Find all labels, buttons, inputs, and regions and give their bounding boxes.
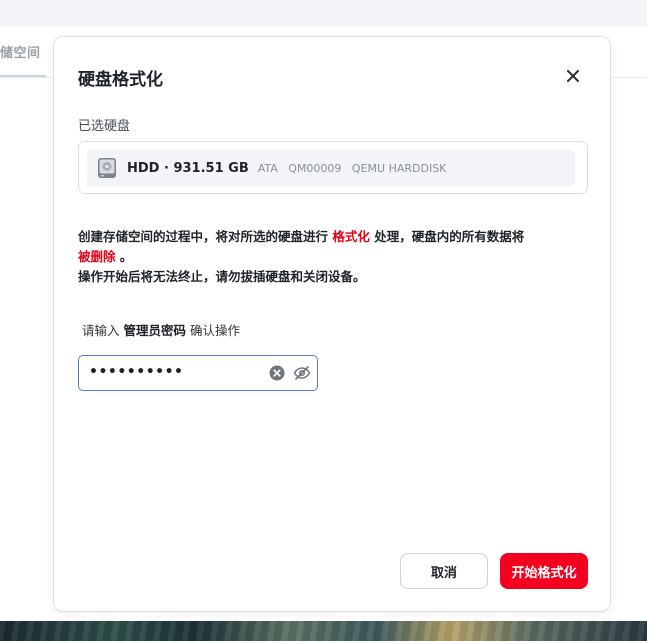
clear-icon[interactable]	[269, 365, 285, 381]
disk-meta: ATA QM00009 QEMU HARDDISK	[257, 161, 447, 175]
admin-password-input[interactable]: ••••••••••	[78, 355, 318, 391]
disk-name: HDD · 931.51 GB	[127, 160, 249, 176]
eye-off-icon[interactable]	[293, 365, 311, 381]
selected-disks-list: HDD · 931.51 GB ATA QM00009 QEMU HARDDIS…	[78, 141, 588, 194]
password-prompt: 请输入 管理员密码 确认操作	[82, 320, 240, 339]
prompt-prefix: 请输入	[82, 323, 124, 338]
desktop-wallpaper	[0, 621, 647, 641]
close-button[interactable]	[562, 65, 584, 87]
warning-deleted-highlight: 被删除	[78, 249, 116, 264]
password-value: ••••••••••	[89, 364, 184, 380]
active-tab-indicator	[0, 75, 46, 77]
hard-disk-icon	[98, 158, 116, 178]
format-warning: 创建存储空间的过程中，将对所选的硬盘进行 格式化 处理，硬盘内的所有数据将 被删…	[78, 227, 588, 287]
warning-line-2: 操作开始后将无法终止，请勿拔插硬盘和关闭设备。	[78, 269, 366, 284]
warning-text: 。	[115, 249, 133, 264]
selected-disks-label: 已选硬盘	[78, 119, 131, 134]
prompt-admin-password: 管理员密码	[123, 323, 186, 338]
warning-text: 处理，硬盘内的所有数据将	[369, 229, 525, 244]
app-top-bar	[0, 0, 647, 26]
close-icon	[567, 70, 579, 82]
prompt-suffix: 确认操作	[186, 323, 240, 338]
start-format-button[interactable]: 开始格式化	[500, 553, 588, 589]
disk-item: HDD · 931.51 GB ATA QM00009 QEMU HARDDIS…	[87, 150, 575, 186]
format-disk-dialog: 硬盘格式化 已选硬盘 HDD · 931.51 GB ATA QM00009 Q…	[53, 36, 611, 612]
warning-format-highlight: 格式化	[332, 229, 370, 244]
cancel-button[interactable]: 取消	[400, 553, 488, 589]
tab-storage-space[interactable]: 储空间	[0, 42, 41, 61]
dialog-title: 硬盘格式化	[78, 70, 163, 90]
warning-text: 创建存储空间的过程中，将对所选的硬盘进行	[78, 229, 333, 244]
